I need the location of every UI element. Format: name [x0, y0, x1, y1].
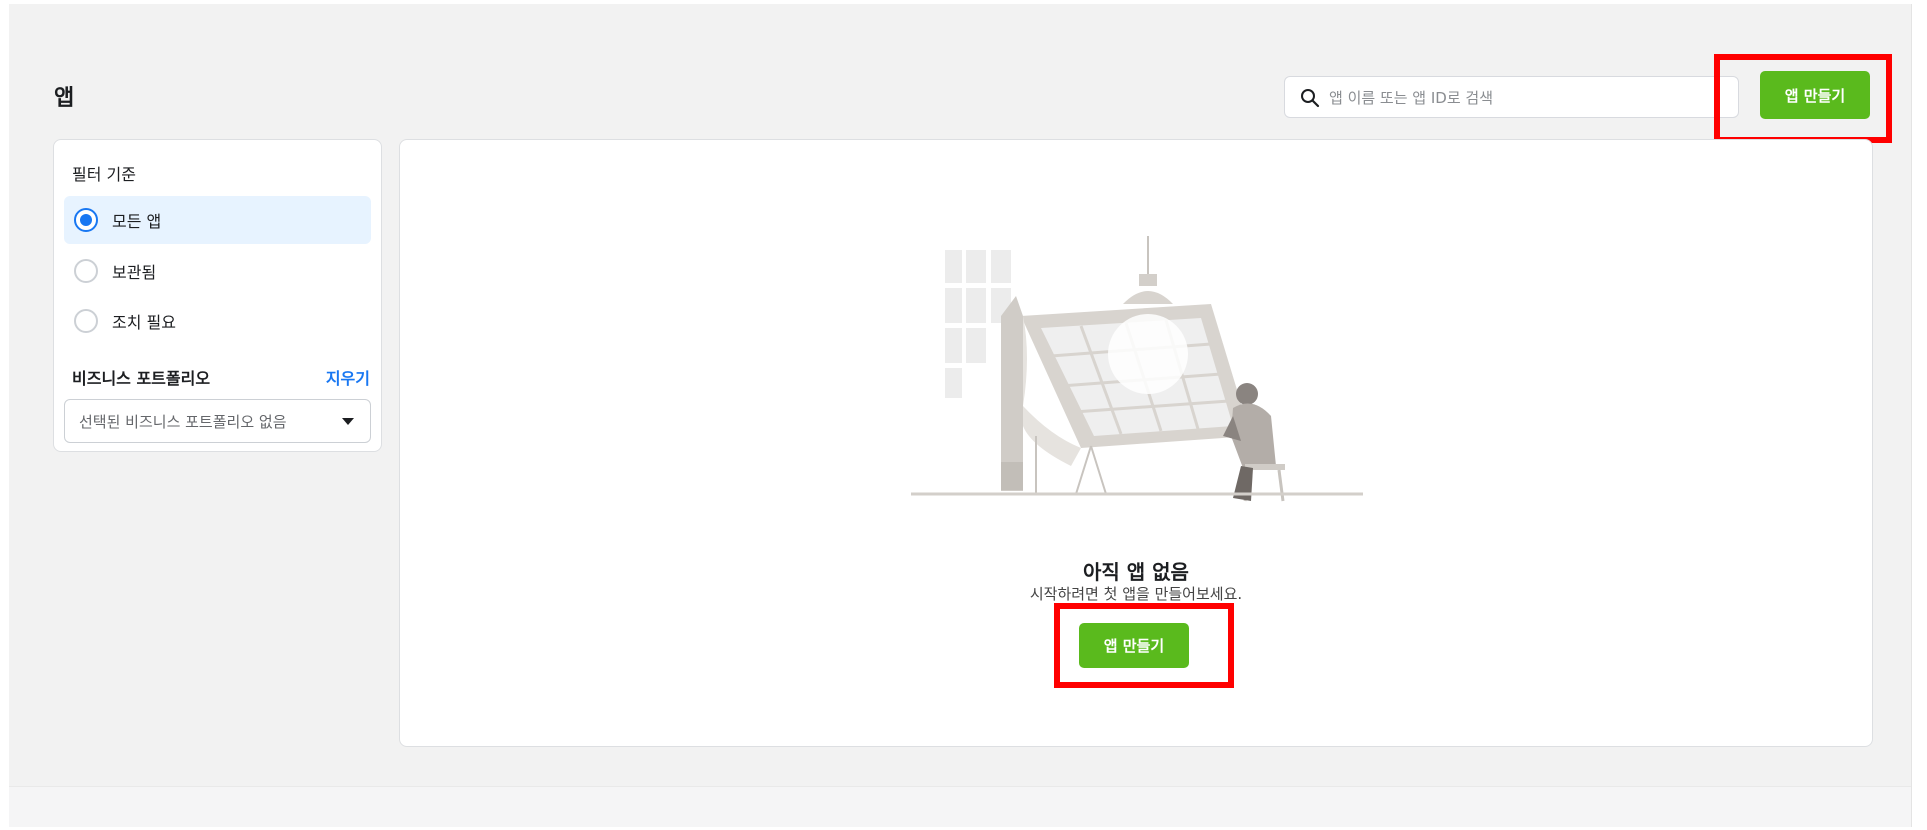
radio-checked-icon[interactable]: [74, 208, 98, 232]
radio-unchecked-icon[interactable]: [74, 259, 98, 283]
empty-state-title: 아직 앱 없음: [1083, 560, 1189, 584]
caret-down-icon: [342, 418, 354, 425]
filter-option-label: 보관됨: [112, 263, 157, 282]
business-portfolio-selected-value: 선택된 비즈니스 포트폴리오 없음: [79, 412, 287, 431]
filter-panel-title: 필터 기준: [72, 165, 136, 184]
empty-state-subtitle: 시작하려면 첫 앱을 만들어보세요.: [1029, 585, 1243, 603]
business-portfolio-dropdown[interactable]: 선택된 비즈니스 포트폴리오 없음: [64, 399, 371, 443]
filter-option-archived[interactable]: 보관됨: [64, 247, 371, 295]
filter-option-action-required[interactable]: 조치 필요: [64, 297, 371, 345]
empty-state-text-wrap: 아직 앱 없음 시작하려면 첫 앱을 만들어보세요.: [399, 0, 1873, 830]
clear-filter-link[interactable]: 지우기: [326, 365, 370, 389]
filter-option-label: 조치 필요: [112, 313, 176, 332]
filter-panel: 필터 기준 모든 앱 보관됨 조치 필요 비즈니스 포트폴리오 지우기 선택된 …: [53, 139, 382, 452]
page-title: 앱: [54, 86, 75, 111]
highlight-box-create-app-center: [1054, 603, 1234, 688]
business-portfolio-label: 비즈니스 포트폴리오: [72, 369, 211, 388]
radio-unchecked-icon[interactable]: [74, 309, 98, 333]
filter-option-label: 모든 앱: [112, 212, 162, 231]
filter-option-all-apps[interactable]: 모든 앱: [64, 196, 371, 244]
